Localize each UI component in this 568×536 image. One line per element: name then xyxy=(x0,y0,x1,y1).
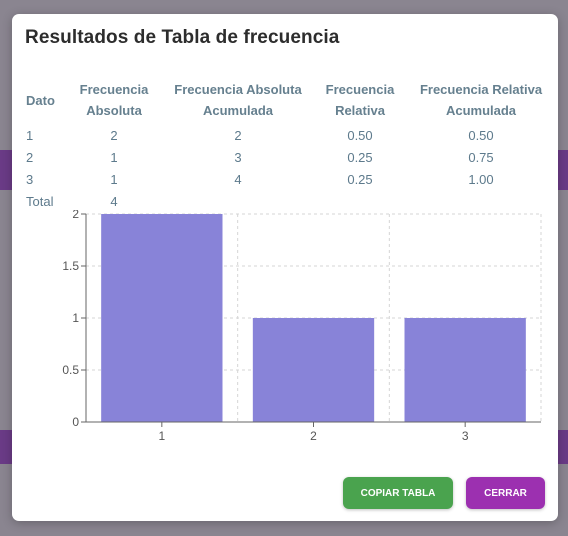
cell-faa: 3 xyxy=(234,150,242,165)
cell-fra: 1.00 xyxy=(468,172,494,187)
header-fr-line1: Frecuencia xyxy=(325,82,395,97)
header-frecuencia-relativa-acumulada: Frecuencia Relativa Acumulada xyxy=(406,76,556,125)
cell-fr: 0.25 xyxy=(347,172,373,187)
y-tick-label: 2 xyxy=(72,210,79,221)
cell-dato: 3 xyxy=(26,172,34,187)
y-tick-label: 1 xyxy=(72,311,79,325)
y-tick-label: 1.5 xyxy=(62,259,79,273)
cell-fa: 1 xyxy=(110,150,118,165)
y-tick-label: 0 xyxy=(72,415,79,429)
table-row: 1 2 2 0.50 0.50 xyxy=(20,125,556,147)
dialog-title: Resultados de Tabla de frecuencia xyxy=(25,27,340,48)
cell-dato: 1 xyxy=(26,128,34,143)
copy-table-button[interactable]: Copiar tabla xyxy=(343,477,453,509)
cell-fr: 0.25 xyxy=(347,150,373,165)
header-fr-line2: Relativa xyxy=(335,103,385,118)
frequency-results-dialog: Resultados de Tabla de frecuencia Dato F… xyxy=(12,14,558,521)
table-header-row: Dato Frecuencia Absoluta Frecuencia Abso… xyxy=(20,76,556,125)
header-fa-line2: Absoluta xyxy=(86,103,142,118)
cell-fra: 0.50 xyxy=(468,128,494,143)
cell-dato: 2 xyxy=(26,150,34,165)
cell-faa: 4 xyxy=(234,172,242,187)
header-fra-line2: Acumulada xyxy=(445,103,517,118)
close-button[interactable]: Cerrar xyxy=(466,477,545,509)
cell-fa: 1 xyxy=(110,172,118,187)
frequency-table: Dato Frecuencia Absoluta Frecuencia Abso… xyxy=(20,76,556,213)
header-frecuencia-absoluta-acumulada: Frecuencia Absoluta Acumulada xyxy=(162,76,314,125)
header-fra-line1: Frecuencia Relativa xyxy=(419,82,543,97)
x-tick-label: 1 xyxy=(158,429,165,443)
cell-fa: 2 xyxy=(110,128,118,143)
frequency-bar-chart: 0 0.5 1 1.5 2 1 2 3 xyxy=(62,210,542,443)
header-faa-line2: Acumulada xyxy=(202,103,274,118)
cell-fr: 0.50 xyxy=(347,128,373,143)
bar xyxy=(252,318,375,422)
x-tick-label: 2 xyxy=(310,429,317,443)
header-faa-line1: Frecuencia Absoluta xyxy=(174,82,302,97)
x-tick-label: 3 xyxy=(462,429,469,443)
cell-faa: 2 xyxy=(234,128,242,143)
y-tick-label: 0.5 xyxy=(62,363,79,377)
header-fa-line1: Frecuencia xyxy=(79,82,149,97)
header-frecuencia-absoluta: Frecuencia Absoluta xyxy=(66,76,162,125)
table-row: 3 1 4 0.25 1.00 xyxy=(20,169,556,191)
header-dato: Dato xyxy=(26,92,55,108)
header-frecuencia-relativa: Frecuencia Relativa xyxy=(314,76,406,125)
cell-fra: 0.75 xyxy=(468,150,494,165)
bar xyxy=(404,318,526,422)
bar xyxy=(101,214,223,422)
table-row: 2 1 3 0.25 0.75 xyxy=(20,147,556,169)
